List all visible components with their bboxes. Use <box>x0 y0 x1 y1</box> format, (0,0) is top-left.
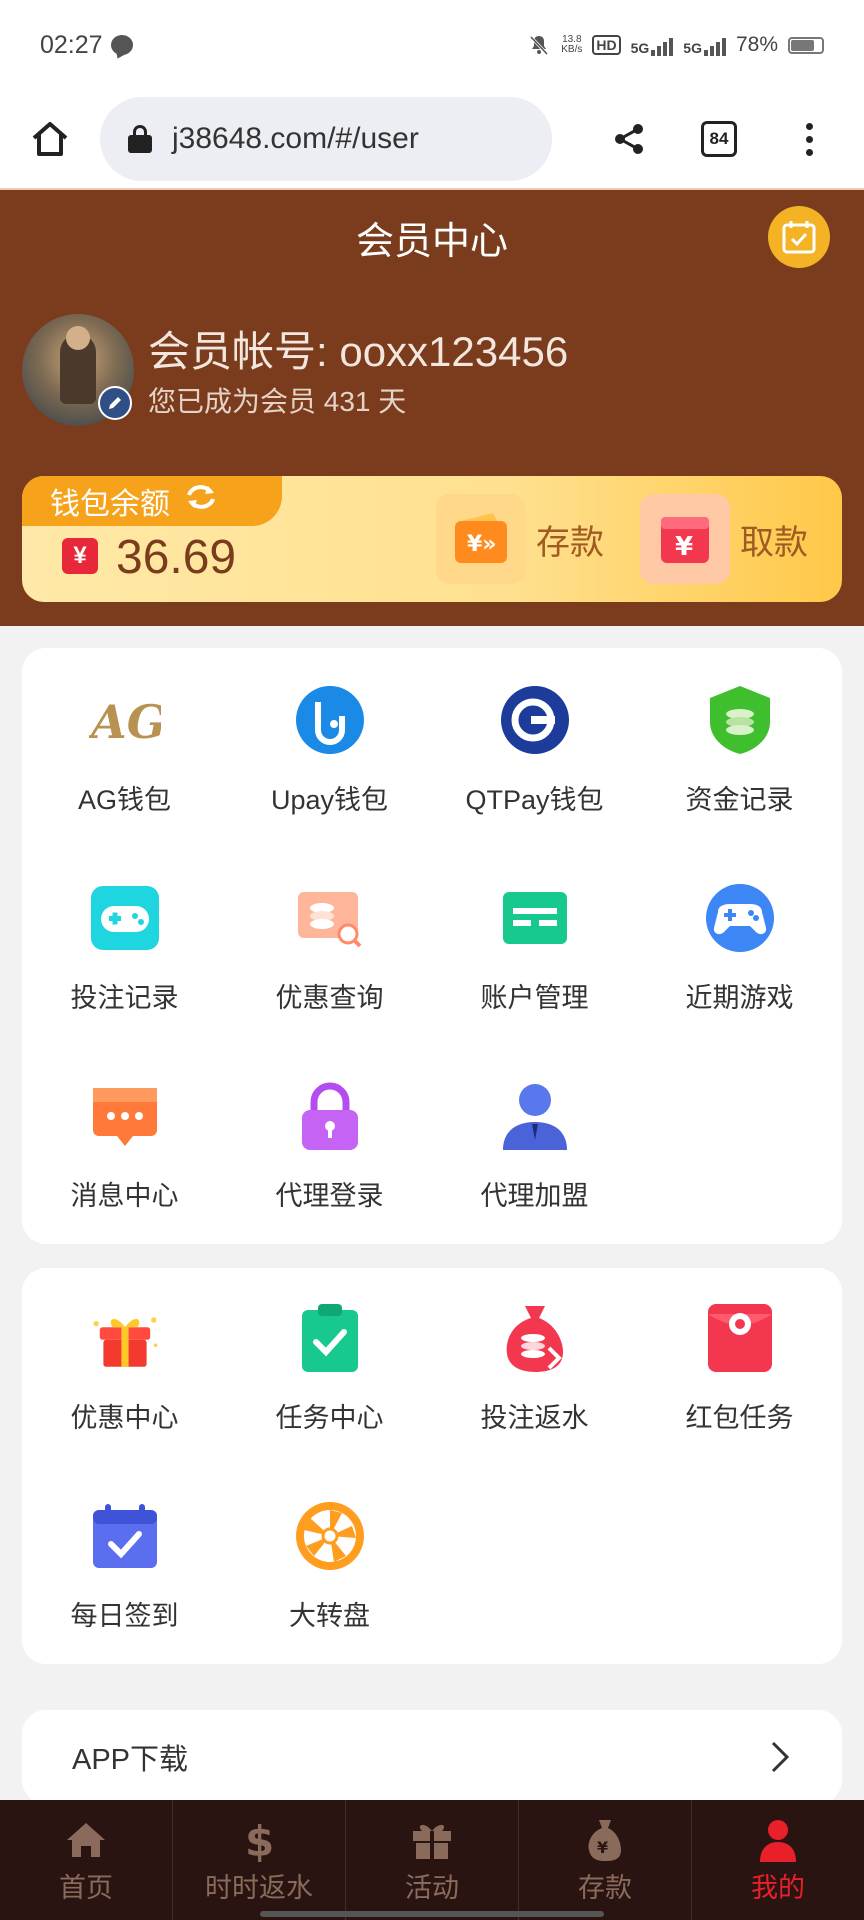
gift-icon <box>413 1824 451 1859</box>
red-envelope-icon <box>704 1302 776 1374</box>
lock-icon <box>128 125 152 153</box>
grid-item-agent-join[interactable]: 代理加盟 <box>432 1080 637 1213</box>
pencil-icon <box>109 397 121 409</box>
calendar-check-icon <box>89 1500 161 1572</box>
sim1-signal: 5G <box>631 34 674 56</box>
net-speed: 13.8 KB/s <box>561 34 583 55</box>
refresh-button[interactable] <box>184 482 218 520</box>
grid-item-message-center[interactable]: 消息中心 <box>22 1080 227 1213</box>
withdraw-button[interactable]: ¥ 取款 <box>640 494 808 584</box>
grid-item-upay-wallet[interactable]: Upay钱包 <box>227 684 432 817</box>
deposit-button[interactable]: ¥» 存款 <box>436 494 604 584</box>
svg-text:¥: ¥ <box>597 1838 608 1857</box>
message-icon <box>89 1080 161 1152</box>
message-notification-icon <box>110 35 133 55</box>
tabs-button[interactable]: 84 <box>674 94 764 184</box>
ag-logo-icon: AG <box>89 684 161 756</box>
status-bar: 02:27 13.8 KB/s HD 5G 5G 78% <box>0 0 864 90</box>
svg-text:AG: AG <box>89 695 161 749</box>
member-header: 会员中心 会员帐号: ooxx123456 您已成为会员 431 天 钱包余额 … <box>0 190 864 626</box>
calendar-check-icon <box>782 221 816 254</box>
checkin-button[interactable] <box>768 206 830 268</box>
chevron-right-icon <box>771 1741 790 1773</box>
withdraw-wallet-icon: ¥ <box>640 494 730 584</box>
browser-toolbar: j38648.com/#/user 84 <box>0 90 864 190</box>
sim2-signal: 5G <box>683 34 726 56</box>
grid-item-task-center[interactable]: 任务中心 <box>227 1302 432 1435</box>
gift-icon <box>89 1302 161 1374</box>
status-time: 02:27 <box>40 30 103 59</box>
grid-item-red-envelope-task[interactable]: 红包任务 <box>637 1302 842 1435</box>
funds-record-icon <box>704 684 776 756</box>
dollar-icon: $ <box>245 1818 274 1862</box>
app-download-label: APP下载 <box>72 1744 189 1776</box>
deposit-wallet-icon: ¥» <box>436 494 526 584</box>
gesture-bar <box>260 1911 604 1917</box>
wallet-balance: 36.69 <box>116 531 237 584</box>
wallet-card: 钱包余额 ¥ 36.69 ¥» 存款 ¥ 取款 <box>22 476 842 602</box>
grid-item-promo-center[interactable]: 优惠中心 <box>22 1302 227 1435</box>
battery-percent: 78% <box>735 33 778 56</box>
svg-text:$: $ <box>245 1818 274 1862</box>
home-icon <box>32 122 68 156</box>
deposit-label: 存款 <box>536 523 604 562</box>
agent-icon <box>499 1080 571 1152</box>
nav-deposit[interactable]: ¥ 存款 <box>519 1800 692 1920</box>
coupon-search-icon <box>294 882 366 954</box>
upay-icon <box>294 684 366 756</box>
home-icon <box>67 1822 105 1857</box>
battery-icon <box>788 36 824 54</box>
activities-card: 优惠中心 任务中心 投注返水 红包任务 每日签到 大转盘 <box>22 1268 842 1664</box>
svg-text:¥»: ¥» <box>467 532 497 557</box>
mute-bell-icon <box>530 35 549 56</box>
wallet-balance-tag: 钱包余额 <box>22 476 282 526</box>
lock-icon <box>294 1080 366 1152</box>
account-id: 会员帐号: ooxx123456 <box>148 328 569 375</box>
grid-item-daily-checkin[interactable]: 每日签到 <box>22 1500 227 1633</box>
address-bar[interactable]: j38648.com/#/user <box>100 97 552 181</box>
grid-item-bet-record[interactable]: 投注记录 <box>22 882 227 1015</box>
bottom-nav: 首页 $ 时时返水 活动 ¥ 存款 我的 <box>0 1800 864 1920</box>
nav-mine[interactable]: 我的 <box>692 1800 864 1920</box>
browser-home-button[interactable] <box>0 89 100 189</box>
app-download-row[interactable]: APP下载 <box>22 1710 842 1804</box>
gamepad-icon <box>89 882 161 954</box>
yen-icon: ¥ <box>62 538 98 574</box>
clipboard-check-icon <box>294 1302 366 1374</box>
grid-item-funds-record[interactable]: 资金记录 <box>637 684 842 817</box>
tab-count: 84 <box>701 121 737 157</box>
card-icon <box>499 882 571 954</box>
grid-item-ag-wallet[interactable]: AG AG钱包 <box>22 684 227 817</box>
grid-item-account-management[interactable]: 账户管理 <box>432 882 637 1015</box>
browser-menu-button[interactable] <box>764 94 854 184</box>
controller-icon <box>704 882 776 954</box>
nav-activities[interactable]: 活动 <box>346 1800 519 1920</box>
nav-rebate[interactable]: $ 时时返水 <box>173 1800 346 1920</box>
money-bag-icon <box>499 1302 571 1374</box>
grid-item-lucky-wheel[interactable]: 大转盘 <box>227 1500 432 1633</box>
wheel-icon <box>294 1500 366 1572</box>
url-text: j38648.com/#/user <box>172 122 419 155</box>
share-button[interactable] <box>584 94 674 184</box>
withdraw-label: 取款 <box>740 523 808 562</box>
grid-item-promo-search[interactable]: 优惠查询 <box>227 882 432 1015</box>
services-card: AG AG钱包 Upay钱包 QTPay钱包 资金记录 投注记录 优惠查询 账户… <box>22 648 842 1244</box>
member-duration: 您已成为会员 431 天 <box>148 386 407 417</box>
grid-item-recent-games[interactable]: 近期游戏 <box>637 882 842 1015</box>
grid-item-bet-rebate[interactable]: 投注返水 <box>432 1302 637 1435</box>
qtpay-icon <box>499 684 571 756</box>
user-icon <box>760 1819 796 1862</box>
edit-avatar-button[interactable] <box>98 386 132 420</box>
wallet-label: 钱包余额 <box>50 488 170 521</box>
share-icon <box>615 124 643 154</box>
hd-badge: HD <box>592 35 621 55</box>
svg-text:¥: ¥ <box>675 532 693 562</box>
grid-item-agent-login[interactable]: 代理登录 <box>227 1080 432 1213</box>
nav-home[interactable]: 首页 <box>0 1800 173 1920</box>
page-title: 会员中心 <box>355 221 508 263</box>
grid-item-qtpay-wallet[interactable]: QTPay钱包 <box>432 684 637 817</box>
more-vert-icon <box>805 122 813 156</box>
refresh-icon <box>187 485 215 509</box>
money-bag-icon: ¥ <box>588 1819 621 1861</box>
